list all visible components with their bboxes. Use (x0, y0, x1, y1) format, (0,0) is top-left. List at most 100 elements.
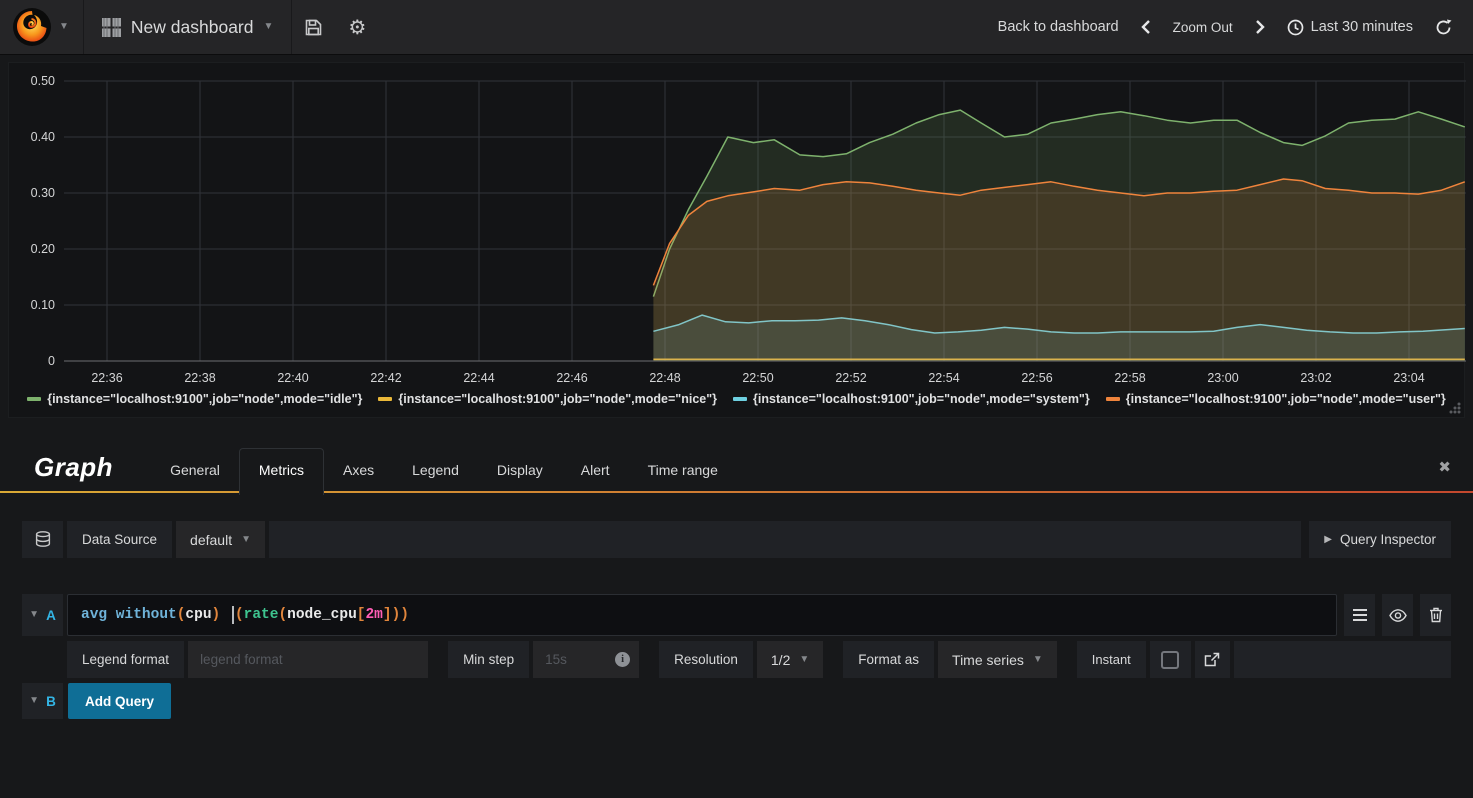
cpu-usage-chart[interactable]: 0.50 0.40 0.30 0.20 0.10 0 22:36 22:38 22:40 22:4… (9, 75, 1466, 391)
header-underline (0, 491, 1473, 493)
grafana-logo-menu[interactable]: ▼ (0, 0, 83, 54)
svg-text:22:54: 22:54 (928, 371, 959, 385)
zoom-out-button[interactable]: Zoom Out (1162, 0, 1244, 54)
svg-text:22:58: 22:58 (1114, 371, 1145, 385)
datasource-label: Data Source (67, 521, 173, 558)
collapse-query-b-button[interactable]: ▼ B (22, 683, 63, 719)
legend-item[interactable]: {instance="localhost:9100",job="node",mo… (733, 392, 1090, 406)
database-icon (35, 531, 50, 547)
settings-button[interactable]: ⚙ (335, 0, 379, 54)
add-query-button[interactable]: Add Query (68, 683, 172, 719)
editor-tabs: General Metrics Axes Legend Display Alert Time… (151, 448, 737, 495)
query-token-paren: ) (211, 607, 229, 623)
close-editor-button[interactable]: ✖ (1438, 458, 1473, 484)
svg-text:22:42: 22:42 (370, 371, 401, 385)
instant-checkbox[interactable] (1161, 650, 1180, 669)
svg-text:0.50: 0.50 (31, 75, 55, 88)
dashboard-picker[interactable]: New dashboard ▼ (84, 0, 291, 54)
svg-text:22:38: 22:38 (184, 371, 215, 385)
format-as-label: Format as (843, 641, 935, 678)
svg-text:23:00: 23:00 (1207, 371, 1238, 385)
time-shift-back-button[interactable] (1130, 0, 1162, 54)
query-options-row: Legend format legend format Min step 15s… (67, 641, 1451, 678)
panel-resize-handle[interactable] (1449, 402, 1461, 414)
legend-series-name: {instance="localhost:9100",job="node",mo… (1125, 392, 1446, 406)
tab-display[interactable]: Display (478, 449, 562, 493)
min-step-input[interactable]: 15s i (533, 641, 640, 678)
time-range-picker[interactable]: Last 30 minutes (1276, 0, 1424, 54)
row-filler (269, 521, 1302, 558)
tab-alert[interactable]: Alert (562, 449, 629, 493)
promql-query-input[interactable]: avg without(cpu) (rate(node_cpu[2m])) (67, 594, 1337, 636)
query-inspector-button[interactable]: ▶ Query Inspector (1309, 521, 1451, 558)
info-icon: i (615, 652, 631, 667)
share-query-button[interactable] (1194, 641, 1230, 678)
dashboard-grid-icon (101, 17, 121, 37)
instant-label: Instant (1076, 641, 1146, 678)
svg-text:22:48: 22:48 (649, 371, 680, 385)
datasource-row: Data Source default ▼ ▶ Query Inspector (22, 521, 1451, 558)
query-token-plain: cpu (185, 607, 212, 623)
query-token-keyword: avg without (81, 607, 177, 623)
svg-text:0.40: 0.40 (31, 130, 55, 144)
svg-text:23:02: 23:02 (1300, 371, 1331, 385)
row-filler (1233, 641, 1451, 678)
dashboard-title: New dashboard (130, 16, 254, 37)
tab-general[interactable]: General (151, 449, 239, 493)
clock-icon (1287, 19, 1303, 35)
format-as-select[interactable]: Time series ▼ (938, 641, 1057, 678)
svg-text:0: 0 (48, 354, 55, 368)
refresh-button[interactable] (1424, 0, 1463, 54)
back-to-dashboard-button[interactable]: Back to dashboard (987, 0, 1130, 54)
legend-series-name: {instance="localhost:9100",job="node",mo… (398, 392, 718, 406)
legend-item[interactable]: {instance="localhost:9100",job="node",mo… (27, 392, 362, 406)
tab-metrics[interactable]: Metrics (238, 448, 325, 495)
query-token-paren: [ (356, 607, 366, 623)
legend-series-color (733, 397, 748, 401)
datasource-icon-box (22, 521, 63, 558)
text-cursor (231, 606, 234, 624)
chevron-left-icon (1140, 20, 1150, 34)
close-icon: ✖ (1438, 458, 1451, 476)
chevron-down-icon: ▼ (241, 533, 251, 545)
resolution-select[interactable]: 1/2 ▼ (756, 641, 824, 678)
legend-format-input[interactable]: legend format (188, 641, 429, 678)
query-token-plain: node_cpu (287, 607, 357, 623)
resolution-label: Resolution (659, 641, 753, 678)
tab-time-range[interactable]: Time range (629, 449, 737, 493)
legend-series-color (1105, 397, 1120, 401)
chevron-down-icon: ▼ (1032, 653, 1043, 665)
toggle-query-visibility-button[interactable] (1382, 594, 1413, 636)
chevron-down-icon: ▼ (263, 21, 274, 32)
time-range-label: Last 30 minutes (1310, 19, 1413, 35)
save-dashboard-button[interactable] (292, 0, 335, 54)
query-token-paren: ( (278, 607, 288, 623)
svg-text:22:50: 22:50 (742, 371, 773, 385)
legend-item[interactable]: {instance="localhost:9100",job="node",mo… (378, 392, 717, 406)
svg-text:0.30: 0.30 (31, 186, 55, 200)
collapse-query-a-button[interactable]: ▼ A (22, 594, 63, 636)
datasource-select[interactable]: default ▼ (176, 521, 265, 558)
legend-series-color (27, 397, 42, 401)
svg-text:22:46: 22:46 (556, 371, 587, 385)
query-token-func: rate (243, 607, 279, 623)
tab-axes[interactable]: Axes (324, 449, 393, 493)
legend-series-color (378, 397, 393, 401)
time-shift-forward-button[interactable] (1244, 0, 1276, 54)
svg-text:22:52: 22:52 (835, 371, 866, 385)
editor-header: Graph General Metrics Axes Legend Display Ale… (0, 448, 1473, 495)
svg-text:22:44: 22:44 (463, 371, 494, 385)
menu-icon (1352, 609, 1367, 621)
legend-item[interactable]: {instance="localhost:9100",job="node",mo… (1105, 392, 1446, 406)
datasource-value: default (190, 531, 233, 548)
svg-text:0.10: 0.10 (31, 298, 55, 312)
tab-legend[interactable]: Legend (393, 449, 478, 493)
resolution-value: 1/2 (770, 651, 791, 668)
delete-query-button[interactable] (1420, 594, 1451, 636)
chevron-down-icon: ▼ (59, 21, 69, 32)
svg-text:22:40: 22:40 (277, 371, 308, 385)
query-menu-button[interactable] (1344, 594, 1375, 636)
query-action-buttons (1344, 594, 1451, 636)
